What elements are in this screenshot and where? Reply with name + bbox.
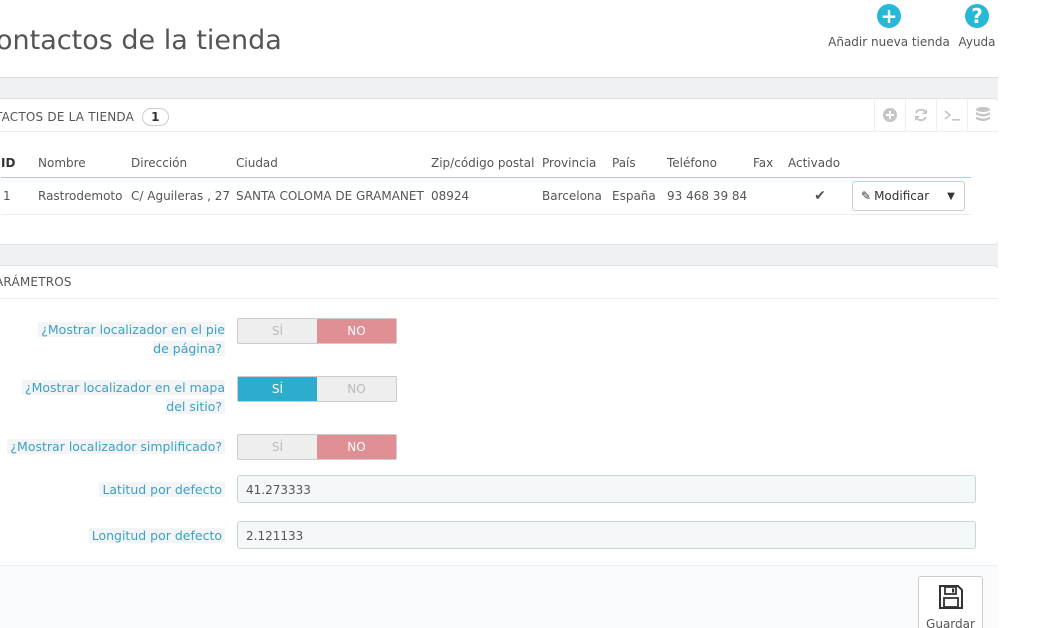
cell-name[interactable]: Rastrodemoto [38,177,131,215]
database-icon[interactable] [967,99,998,131]
table-header-row: ID Nombre Dirección Ciudad Zip/código po… [1,149,971,178]
cell-zip[interactable]: 08924 [431,177,542,215]
count-badge: 1 [142,108,169,126]
col-fax[interactable]: Fax [753,149,788,178]
col-address[interactable]: Dirección [131,149,236,178]
app-window: ontactos de la tienda + Añadir nueva tie… [0,0,998,628]
switch-yes[interactable]: SÍ [238,377,317,401]
panel-title: ARÁMETROS [0,275,72,289]
default-longitude-input[interactable]: 2.121133 [237,521,976,549]
plus-circle-icon: + [877,4,901,28]
help-button[interactable]: ? Ayuda [957,4,997,49]
add-store-label: Añadir nueva tienda [828,35,950,49]
col-actions [852,149,971,178]
sitemap-locator-label: ¿Mostrar localizador en el mapa del siti… [5,378,225,416]
pencil-icon: ✎ [861,189,872,203]
panel-title: TACTOS DE LA TIENDA 1 [0,108,169,126]
footer-locator-switch[interactable]: SÍ NO [237,318,397,344]
cell-phone[interactable]: 93 468 39 84 [667,177,753,215]
cell-province[interactable]: Barcelona [542,177,612,215]
modify-button[interactable]: ✎ Modificar [853,189,938,203]
col-province[interactable]: Provincia [542,149,612,178]
footer-locator-label: ¿Mostrar localizador en el pie de página… [25,320,225,358]
table-row[interactable]: 1 Rastrodemoto C/ Aguileras , 27 SANTA C… [1,177,971,215]
add-icon[interactable] [874,99,905,131]
question-circle-icon: ? [965,4,989,28]
switch-yes[interactable]: SÍ [238,319,317,343]
panel-actions [874,99,998,131]
page-title: ontactos de la tienda [0,25,282,57]
save-button[interactable]: Guardar [918,576,983,628]
page-header: ontactos de la tienda + Añadir nueva tie… [0,0,998,78]
panel-heading: TACTOS DE LA TIENDA 1 [0,99,998,132]
contacts-table: ID Nombre Dirección Ciudad Zip/código po… [1,149,971,215]
caret-down-icon[interactable]: ▼ [938,191,964,202]
simplified-locator-label: ¿Mostrar localizador simplificado? [0,437,225,456]
default-latitude-input[interactable]: 41.273333 [237,475,976,503]
active-check-icon[interactable]: ✔ [788,177,852,215]
modify-button-group: ✎ Modificar ▼ [852,181,965,211]
simplified-locator-switch[interactable]: SÍ NO [237,434,397,460]
switch-no[interactable]: NO [317,377,396,401]
cell-address[interactable]: C/ Aguileras , 27 [131,177,236,215]
col-id[interactable]: ID [1,149,38,178]
default-latitude-label: Latitud por defecto [0,480,225,499]
add-store-button[interactable]: + Añadir nueva tienda [828,4,950,49]
switch-yes[interactable]: SÍ [238,435,317,459]
sql-icon[interactable] [936,99,967,131]
sitemap-locator-switch[interactable]: SÍ NO [237,376,397,402]
store-contacts-panel: TACTOS DE LA TIENDA 1 ID Nombre Direcció… [0,98,998,245]
cell-id[interactable]: 1 [1,177,38,215]
col-city[interactable]: Ciudad [236,149,431,178]
modify-label: Modificar [874,189,930,203]
col-country[interactable]: País [612,149,667,178]
switch-no[interactable]: NO [317,319,396,343]
help-label: Ayuda [958,35,996,49]
cell-fax[interactable] [753,177,788,215]
save-label: Guardar [926,617,975,628]
col-phone[interactable]: Teléfono [667,149,753,178]
refresh-icon[interactable] [905,99,936,131]
panel-title-text: TACTOS DE LA TIENDA [0,110,135,124]
panel-heading: ARÁMETROS [0,266,998,299]
cell-city[interactable]: SANTA COLOMA DE GRAMANET [236,177,431,215]
floppy-disk-icon [938,585,963,609]
default-longitude-label: Longitud por defecto [0,526,225,545]
cell-actions: ✎ Modificar ▼ [852,177,971,215]
parameters-panel: ARÁMETROS ¿Mostrar localizador en el pie… [0,265,998,628]
switch-no[interactable]: NO [317,435,396,459]
panel-footer: Guardar [0,565,998,628]
col-zip[interactable]: Zip/código postal [431,149,542,178]
cell-country[interactable]: España [612,177,667,215]
col-name[interactable]: Nombre [38,149,131,178]
col-active[interactable]: Activado [788,149,852,178]
